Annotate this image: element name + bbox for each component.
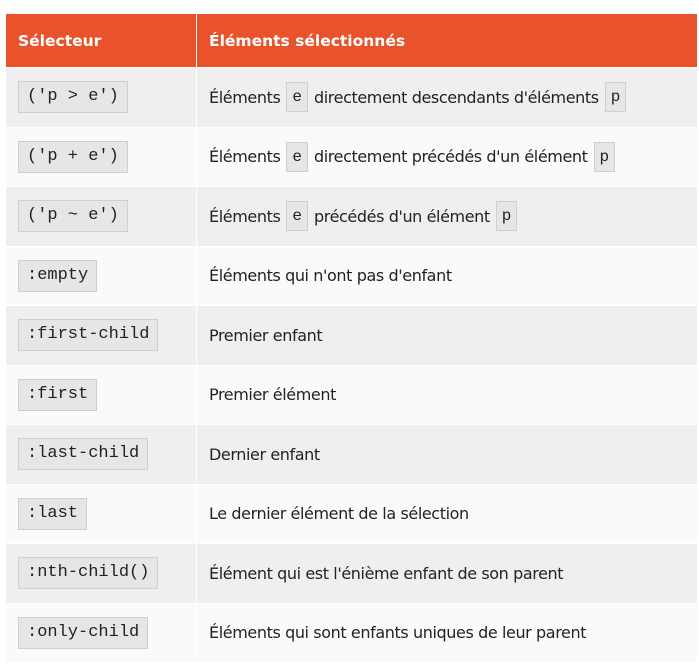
selector-code: :last	[18, 497, 88, 530]
selector-code: :first-child	[18, 319, 159, 352]
description-text: directement précédés d'un élément	[314, 147, 588, 167]
inline-code: e	[286, 201, 308, 232]
description-cell: Éléments qui n'ont pas d'enfant	[197, 247, 697, 306]
selector-code: :only-child	[18, 616, 149, 649]
table-row: ('p ~ e') Éléments e précédés d'un éléme…	[6, 186, 697, 246]
inline-code: e	[286, 141, 308, 172]
selector-cell: :only-child	[6, 603, 197, 662]
description-cell: Élément qui est l'énième enfant de son p…	[197, 544, 697, 603]
description-cell: Éléments e directement descendants d'élé…	[197, 68, 697, 127]
table-row: :nth-child() Élément qui est l'énième en…	[6, 543, 697, 603]
description-text: Premier enfant	[209, 325, 323, 345]
header-elements-cell: Éléments sélectionnés	[197, 14, 697, 67]
description-text: Éléments	[209, 206, 281, 226]
selector-cell: :empty	[6, 246, 197, 305]
inline-code: p	[604, 82, 627, 113]
selector-cell: ('p ~ e')	[6, 187, 197, 246]
description-cell: Dernier enfant	[197, 425, 697, 484]
selectors-table: Sélecteur Éléments sélectionnés ('p > e'…	[6, 14, 697, 662]
table-row: ('p + e') Éléments e directement précédé…	[6, 126, 697, 187]
inline-code: p	[495, 201, 518, 232]
description-cell: Éléments e directement précédés d'un élé…	[197, 128, 697, 187]
selector-cell: ('p > e')	[6, 68, 197, 127]
selector-cell: ('p + e')	[6, 127, 197, 186]
description-text: précédés d'un élément	[314, 206, 490, 226]
selector-code: ('p > e')	[18, 81, 128, 114]
description-cell: Éléments e précédés d'un élément p	[197, 187, 697, 246]
table-row: :last Le dernier élément de la sélection	[6, 483, 697, 544]
inline-code: p	[593, 141, 616, 172]
selector-code: :last-child	[18, 438, 149, 471]
table-header: Sélecteur Éléments sélectionnés	[6, 14, 697, 67]
description-cell: Premier élément	[197, 366, 697, 425]
table-row: :only-child Éléments qui sont enfants un…	[6, 602, 697, 663]
description-text: directement descendants d'éléments	[314, 87, 599, 107]
description-text: Éléments qui sont enfants uniques de leu…	[209, 623, 587, 643]
description-text: Dernier enfant	[209, 444, 320, 464]
selector-code: :nth-child()	[18, 557, 159, 590]
selector-code: ('p + e')	[18, 140, 128, 173]
description-text: Éléments qui n'ont pas d'enfant	[209, 266, 452, 286]
description-text: Premier élément	[209, 385, 336, 405]
table-row: :first Premier élément	[6, 364, 697, 425]
header-selector-cell: Sélecteur	[6, 14, 197, 67]
header-elements-label: Éléments sélectionnés	[209, 31, 406, 50]
selector-cell: :last	[6, 484, 197, 543]
description-text: Le dernier élément de la sélection	[209, 504, 469, 524]
description-cell: Le dernier élément de la sélection	[197, 485, 697, 544]
header-selector-label: Sélecteur	[18, 31, 102, 50]
table-row: :first-child Premier enfant	[6, 305, 697, 365]
selector-cell: :nth-child()	[6, 544, 197, 603]
selector-cell: :last-child	[6, 425, 197, 484]
description-text: Éléments	[209, 147, 281, 167]
selector-code: :empty	[18, 259, 98, 292]
table-row: :empty Éléments qui n'ont pas d'enfant	[6, 245, 697, 306]
description-text: Élément qui est l'énième enfant de son p…	[209, 563, 564, 583]
inline-code: e	[286, 82, 308, 113]
description-text: Éléments	[209, 87, 281, 107]
selector-cell: :first	[6, 365, 197, 424]
selector-cell: :first-child	[6, 306, 197, 365]
table-row: :last-child Dernier enfant	[6, 424, 697, 484]
description-cell: Éléments qui sont enfants uniques de leu…	[197, 604, 697, 663]
selector-code: ('p ~ e')	[18, 200, 128, 233]
description-cell: Premier enfant	[197, 306, 697, 365]
table-row: ('p > e') Éléments e directement descend…	[6, 67, 697, 127]
selector-code: :first	[18, 378, 98, 411]
